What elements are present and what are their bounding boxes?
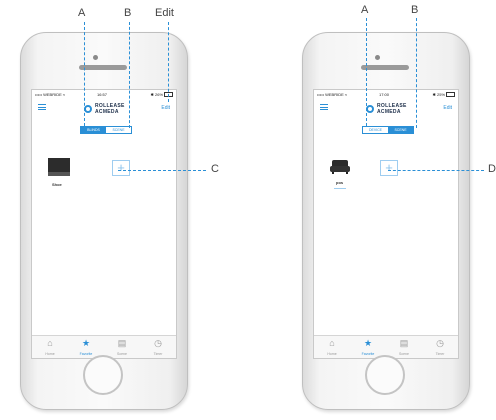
segmented-control: BLINDS SCENE [80,126,132,134]
scene-underline [334,188,346,189]
star-icon: ★ [81,338,91,348]
camera [375,55,380,60]
segment-b-button[interactable]: SCENE [106,127,131,133]
callout-line-d [388,170,484,171]
menu-icon[interactable] [320,104,328,110]
scene-icon: ▤ [117,338,127,348]
blind-device-icon[interactable] [48,158,70,176]
status-time: 17:00 [379,92,390,97]
tab-home[interactable]: ⌂ Home [314,336,350,358]
camera [93,55,98,60]
tab-timer[interactable]: ◷ Timer [140,336,176,358]
status-bar: ••••• WEBRIDE ≈ 17:00 ✱ 25% [317,92,455,99]
add-device-button[interactable]: + [112,160,130,176]
callout-line-a-phone2 [366,18,367,126]
callout-d: D [488,163,496,175]
timer-icon: ◷ [436,338,444,348]
menu-icon[interactable] [38,104,46,110]
tab-scene[interactable]: ▤ Scene [386,336,422,358]
scene-label: pos [336,180,344,185]
add-scene-button[interactable]: + [380,160,398,176]
battery-text: ✱ 26% [150,92,163,97]
tab-timer[interactable]: ◷ Timer [422,336,458,358]
home-icon: ⌂ [329,338,335,348]
edit-button[interactable]: Edit [161,105,170,111]
logo-text: ROLLEASE ACMEDA [377,103,407,115]
battery-icon [446,92,455,97]
segment-b-button[interactable]: SCENE [388,127,413,133]
logo-mark-icon [84,105,92,113]
callout-a-phone2: A [361,4,369,16]
app-screen: ••••• WEBRIDE ≈ 16:57 ✱ 26% ROLLEASE ACM… [31,89,177,359]
callout-b-phone2: B [411,4,419,16]
app-screen: ••••• WEBRIDE ≈ 17:00 ✱ 25% ROLLEASE ACM… [313,89,459,359]
phone-left: ••••• WEBRIDE ≈ 16:57 ✱ 26% ROLLEASE ACM… [20,32,188,410]
segment-a-button[interactable]: BLINDS [81,127,106,133]
callout-line-edit [168,22,169,102]
callout-b-phone1: B [124,7,132,19]
device-label: Shoe [52,182,62,187]
tab-scene[interactable]: ▤ Scene [104,336,140,358]
rollease-acmeda-logo: ROLLEASE ACMEDA [84,103,144,117]
carrier-text: ••••• WEBRIDE ≈ [35,92,66,97]
phone-right: ••••• WEBRIDE ≈ 17:00 ✱ 25% ROLLEASE ACM… [302,32,470,410]
callout-edit: Edit [155,7,174,19]
home-button[interactable] [365,355,405,395]
scene-icon: ▤ [399,338,409,348]
edit-button[interactable]: Edit [443,105,452,111]
status-bar: ••••• WEBRIDE ≈ 16:57 ✱ 26% [35,92,173,99]
battery-text: ✱ 25% [432,92,445,97]
home-button[interactable] [83,355,123,395]
logo-mark-icon [366,105,374,113]
sofa-scene-icon[interactable] [330,160,350,174]
callout-line-c [118,170,206,171]
callout-c: C [211,163,219,175]
segment-a-button[interactable]: DEVICE [363,127,388,133]
callout-line-a-phone1 [84,22,85,126]
logo-text: ROLLEASE ACMEDA [95,103,125,115]
timer-icon: ◷ [154,338,162,348]
callout-line-b-phone2 [416,18,417,128]
carrier-text: ••••• WEBRIDE ≈ [317,92,348,97]
callout-line-b-phone1 [129,22,130,128]
star-icon: ★ [363,338,373,348]
status-time: 16:57 [97,92,108,97]
home-icon: ⌂ [47,338,53,348]
speaker [361,65,409,70]
segmented-control: DEVICE SCENE [362,126,414,134]
tab-home[interactable]: ⌂ Home [32,336,68,358]
speaker [79,65,127,70]
callout-a-phone1: A [78,7,86,19]
rollease-acmeda-logo: ROLLEASE ACMEDA [366,103,426,117]
